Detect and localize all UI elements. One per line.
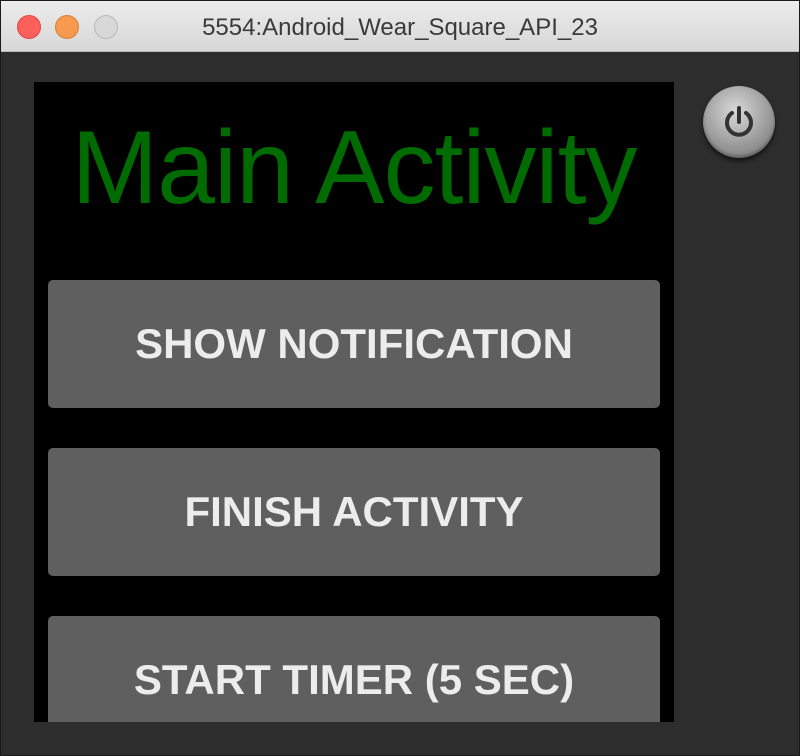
title-bar: 5554:Android_Wear_Square_API_23 (1, 1, 799, 52)
power-icon (725, 106, 753, 137)
window-title: 5554:Android_Wear_Square_API_23 (202, 14, 598, 41)
show-notification-button[interactable]: SHOW NOTIFICATION (48, 280, 660, 408)
start-timer-button[interactable]: START TIMER (5 SEC) (48, 616, 660, 722)
emulator-frame: Main Activity SHOW NOTIFICATION FINISH A… (1, 52, 799, 755)
emulator-window: 5554:Android_Wear_Square_API_23 Main Act… (0, 0, 800, 756)
activity-title: Main Activity (71, 110, 638, 226)
device-screen[interactable]: Main Activity SHOW NOTIFICATION FINISH A… (34, 82, 674, 722)
finish-activity-button[interactable]: FINISH ACTIVITY (48, 448, 660, 576)
power-button[interactable] (703, 86, 775, 158)
